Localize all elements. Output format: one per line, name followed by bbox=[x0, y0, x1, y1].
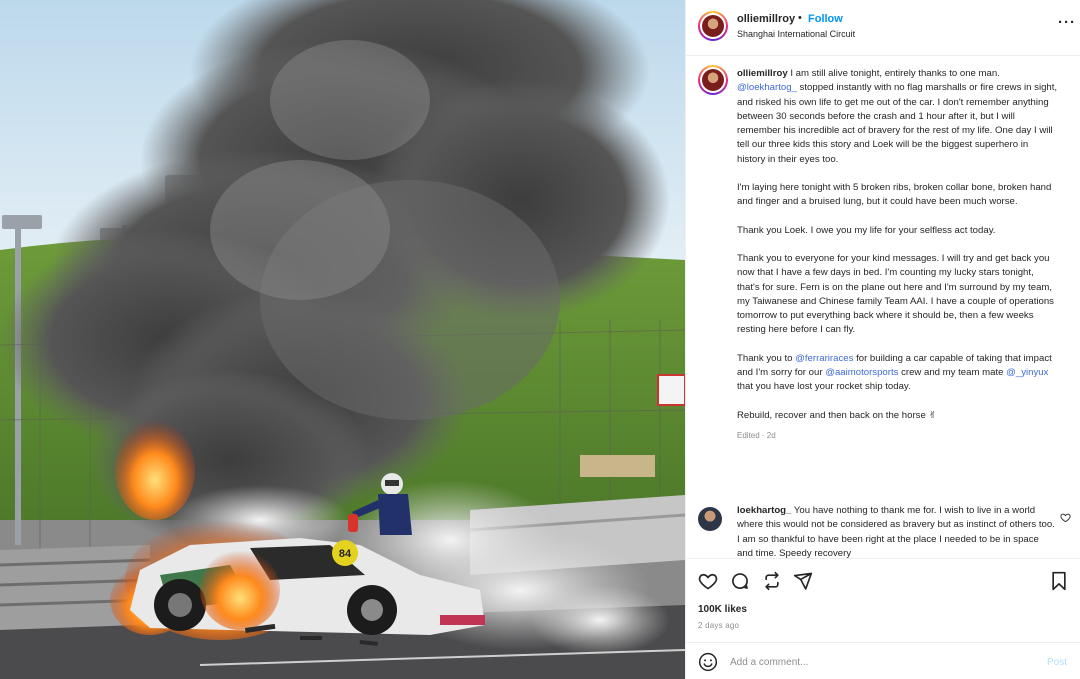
send-icon[interactable] bbox=[793, 571, 813, 596]
caption-text-span: Thank you to bbox=[737, 352, 796, 364]
comment-like-heart-icon[interactable] bbox=[1060, 510, 1071, 528]
caption-section: olliemillroy I am still alive tonight, e… bbox=[686, 57, 1080, 557]
add-comment-bar: Post bbox=[686, 642, 1080, 679]
mention-link[interactable]: @_yinyux bbox=[1006, 367, 1048, 378]
author-username[interactable]: olliemillroy bbox=[737, 13, 795, 25]
separator-dot: • bbox=[798, 12, 802, 24]
mention-link[interactable]: @loekhartog_ bbox=[737, 82, 797, 93]
post-side-panel: olliemillroy • Follow Shanghai Internati… bbox=[685, 0, 1080, 679]
repost-icon[interactable] bbox=[762, 571, 782, 596]
caption-paragraph-1: olliemillroy I am still alive tonight, e… bbox=[737, 67, 1059, 167]
caption-paragraph-3: Thank you Loek. I owe you my life for yo… bbox=[737, 224, 996, 236]
caption-author-avatar[interactable] bbox=[698, 65, 728, 95]
action-bar: 100K likes 2 days ago bbox=[686, 558, 1080, 640]
author-avatar[interactable] bbox=[698, 11, 728, 41]
post-header: olliemillroy • Follow Shanghai Internati… bbox=[686, 0, 1080, 56]
svg-text:84: 84 bbox=[339, 548, 352, 560]
comment-text: loekhartog_ You have nothing to thank me… bbox=[737, 504, 1057, 561]
crash-fire-photo: 84 bbox=[0, 0, 685, 679]
caption-text: olliemillroy I am still alive tonight, e… bbox=[737, 67, 1059, 443]
caption-text-span: I am still alive tonight, entirely thank… bbox=[787, 68, 1000, 79]
caption-author-username[interactable]: olliemillroy bbox=[737, 68, 788, 79]
edited-timestamp: Edited · 2d bbox=[737, 430, 776, 440]
comment-icon[interactable] bbox=[730, 571, 750, 596]
post-photo[interactable]: 84 bbox=[0, 0, 685, 679]
commenter-avatar[interactable] bbox=[698, 507, 722, 531]
more-options-icon[interactable]: ··· bbox=[1058, 14, 1076, 31]
mention-link[interactable]: @aaimotorsports bbox=[825, 367, 898, 378]
comment-input[interactable] bbox=[730, 652, 1010, 672]
caption-paragraph-4: Thank you to everyone for your kind mess… bbox=[737, 252, 1054, 336]
caption-text-span: crew and my team mate bbox=[898, 367, 1007, 379]
mention-link[interactable]: @ferrariraces bbox=[795, 353, 853, 364]
post-comment-button[interactable]: Post bbox=[1047, 657, 1067, 668]
post-timestamp[interactable]: 2 days ago bbox=[698, 621, 739, 630]
caption-paragraph-2: I'm laying here tonight with 5 broken ri… bbox=[737, 182, 1052, 208]
bookmark-icon[interactable] bbox=[1050, 571, 1068, 596]
caption-text-span: stopped instantly with no flag marshalls… bbox=[737, 82, 1058, 165]
likes-count[interactable]: 100K likes bbox=[698, 604, 747, 615]
caption-paragraph-6: Rebuild, recover and then back on the ho… bbox=[737, 409, 937, 421]
follow-button[interactable]: Follow bbox=[808, 13, 843, 25]
instagram-post-view: 84 olliemillroy • Follow Shanghai Intern… bbox=[0, 0, 1080, 679]
commenter-username[interactable]: loekhartog_ bbox=[737, 505, 791, 516]
caption-text-span: that you have lost your rocket ship toda… bbox=[737, 381, 911, 393]
heart-icon[interactable] bbox=[698, 571, 718, 596]
emoji-icon[interactable] bbox=[698, 652, 718, 677]
post-location[interactable]: Shanghai International Circuit bbox=[737, 29, 855, 39]
caption-paragraph-5: Thank you to @ferrariraces for building … bbox=[737, 352, 1059, 395]
